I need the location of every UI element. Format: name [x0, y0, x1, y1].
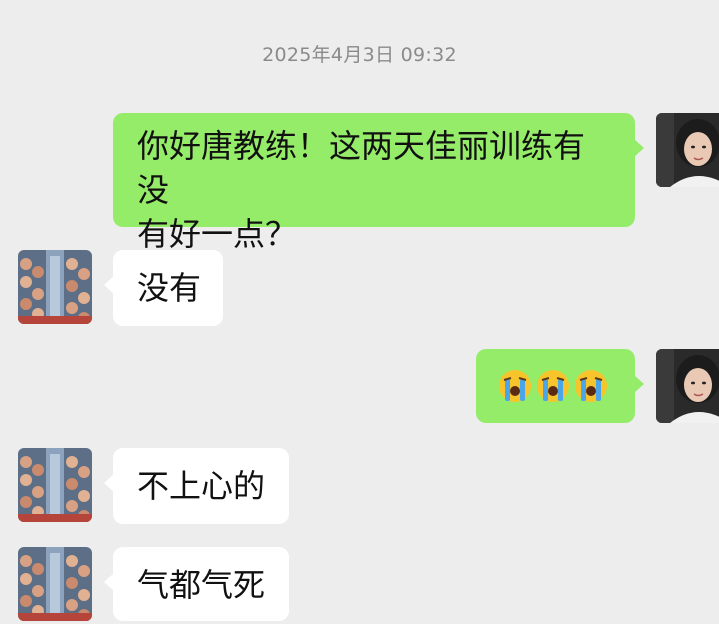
- message-timestamp: 2025年4月3日 09:32: [262, 44, 457, 66]
- incoming-message-bubble[interactable]: 没有: [104, 250, 223, 326]
- contact-avatar[interactable]: [18, 448, 92, 522]
- outgoing-emoji-bubble[interactable]: [476, 349, 644, 423]
- message-text: 不上心的: [137, 467, 266, 505]
- message-text-line: 你好唐教练！这两天佳丽训练有没: [137, 127, 586, 209]
- person-portrait-icon: [656, 349, 719, 423]
- group-photo-icon: [18, 547, 92, 621]
- group-photo-icon: [18, 250, 92, 324]
- contact-avatar[interactable]: [18, 250, 92, 324]
- self-avatar[interactable]: [656, 349, 719, 423]
- contact-avatar[interactable]: [18, 547, 92, 621]
- chat-conversation: 2025年4月3日 09:32 你好唐教练！这两天佳丽训练有没 有好一点？ 没有…: [0, 0, 719, 624]
- loudly-crying-face-icon: [575, 370, 607, 402]
- group-photo-icon: [18, 448, 92, 522]
- outgoing-message-bubble[interactable]: 你好唐教练！这两天佳丽训练有没 有好一点？: [113, 113, 644, 253]
- incoming-message-bubble[interactable]: 不上心的: [104, 448, 289, 524]
- message-text: 没有: [137, 269, 202, 307]
- incoming-message-bubble[interactable]: 气都气死: [104, 547, 289, 621]
- person-portrait-icon: [656, 113, 719, 187]
- loudly-crying-face-icon: [499, 370, 531, 402]
- self-avatar[interactable]: [656, 113, 719, 187]
- loudly-crying-face-icon: [537, 370, 569, 402]
- message-text: 气都气死: [137, 566, 266, 604]
